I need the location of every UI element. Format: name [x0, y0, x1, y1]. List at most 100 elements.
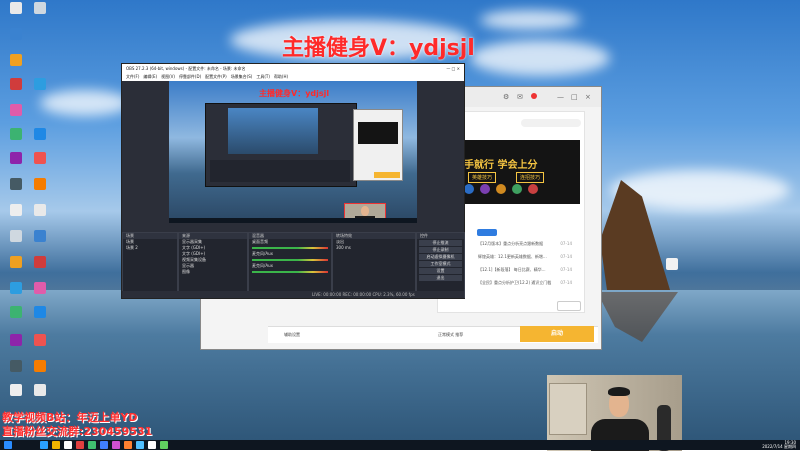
desktop-shortcut-icon[interactable] [28, 204, 52, 216]
taskbar-app-icon[interactable] [112, 441, 120, 449]
version-label [221, 329, 251, 337]
mode-select[interactable]: 正常模式 推荐 [438, 332, 463, 338]
control-button[interactable]: 设置 [419, 268, 462, 274]
mail-icon[interactable]: ✉ [517, 93, 525, 101]
control-button[interactable]: 停止推流 [419, 240, 462, 246]
obs-preview[interactable]: 主播健身V：ydjsjl [169, 81, 417, 223]
desktop-shortcut-icon[interactable] [4, 256, 28, 268]
minimize-icon[interactable]: — [557, 93, 565, 101]
controls-dock: 控件 停止推流 停止录制 启动虚拟摄像机 工作室模式 设置 退出 [416, 232, 465, 298]
menu-item[interactable]: 工具(T) [256, 74, 270, 79]
desktop-file-icon[interactable] [660, 258, 684, 270]
desktop-shortcut-icon[interactable] [4, 178, 28, 190]
menu-item[interactable]: 场景集合(S) [231, 74, 253, 79]
desktop-shortcut-icon[interactable] [4, 28, 28, 40]
taskbar-app-icon[interactable] [124, 441, 132, 449]
tab-active[interactable] [477, 229, 497, 236]
promo-tag: 英雄技巧 [468, 172, 497, 183]
preview-banner: 主播健身V：ydjsjl [259, 89, 330, 98]
taskbar-app-icon[interactable] [64, 441, 72, 449]
taskbar-app-icon[interactable] [76, 441, 84, 449]
desktop-shortcut-icon[interactable] [4, 152, 28, 164]
desktop-shortcut-icon[interactable] [28, 256, 52, 268]
list-item-time: 07-14 [560, 280, 572, 285]
avatar[interactable] [531, 93, 537, 99]
source-item[interactable]: 图像 [179, 269, 247, 275]
assist-settings-link[interactable]: 辅助设置 [284, 332, 300, 338]
scenes-dock: 场景 场景 场景 2 [122, 232, 178, 298]
mixer-channel-label: 桌面音频 [252, 239, 268, 244]
start-button[interactable]: 启动 [520, 326, 594, 342]
desktop: 主播健身V：ydjsjl ⚙ ✉ — □ × 手就行 学会上分 英雄技巧 连招技… [0, 0, 800, 440]
promo-banner[interactable]: 手就行 学会上分 英雄技巧 连招技巧 [456, 140, 580, 204]
desktop-shortcut-icon[interactable] [28, 334, 52, 346]
taskbar-app-icon[interactable] [136, 441, 144, 449]
desktop-shortcut-icon[interactable] [4, 128, 28, 140]
list-item-title: 【12.1]【新段落】 每日比赛、精华... [478, 267, 546, 272]
promo-title: 手就行 学会上分 [464, 160, 538, 171]
list-item[interactable]: 辉煌英雄：12.1更新英雄数据、新增... 07-14 [478, 254, 578, 264]
menu-item[interactable]: 编辑(E) [143, 74, 157, 79]
desktop-shortcut-icon[interactable] [28, 360, 52, 372]
menu-item[interactable]: 配置文件(P) [205, 74, 227, 79]
desktop-shortcut-icon[interactable] [28, 282, 52, 294]
window-controls[interactable]: — □ × [446, 64, 460, 73]
desktop-shortcut-icon[interactable] [28, 306, 52, 318]
more-button[interactable] [557, 301, 581, 311]
transition-duration[interactable]: 300 ms [333, 245, 415, 251]
menu-item[interactable]: 视图(V) [161, 74, 175, 79]
menu-item[interactable]: 帮助(H) [274, 74, 288, 79]
desktop-shortcut-icon[interactable] [28, 2, 52, 14]
desktop-shortcut-icon[interactable] [28, 152, 52, 164]
list-item-time: 07-14 [560, 267, 572, 272]
obs-title: OBS 27.2.3 (64-bit, windows) - 配置文件: 未命名… [126, 66, 246, 71]
taskbar-app-icon[interactable] [100, 441, 108, 449]
desktop-shortcut-icon[interactable] [4, 78, 28, 90]
menu-item[interactable]: 文件(F) [126, 74, 139, 79]
desktop-shortcut-icon[interactable] [4, 282, 28, 294]
mixer-channel-label: 麦克风/Aux [252, 263, 273, 268]
taskbar-app-icon[interactable] [148, 441, 156, 449]
desktop-shortcut-icon[interactable] [4, 2, 28, 14]
scene-item[interactable]: 场景 2 [123, 245, 177, 251]
menu-item[interactable]: 停靠部件(D) [179, 74, 201, 79]
control-button[interactable]: 停止录制 [419, 247, 462, 253]
control-button[interactable]: 退出 [419, 275, 462, 281]
desktop-shortcut-icon[interactable] [28, 384, 52, 396]
desktop-shortcut-icon[interactable] [4, 204, 28, 216]
taskbar-app-icon[interactable] [40, 441, 48, 449]
nested-launcher [353, 109, 403, 181]
list-item-time: 07-14 [560, 241, 572, 246]
desktop-shortcut-icon[interactable] [4, 104, 28, 116]
close-icon[interactable]: × [585, 93, 593, 101]
taskbar-app-icon[interactable] [88, 441, 96, 449]
list-item[interactable]: 【12.1]【新段落】 每日比赛、精华... 07-14 [478, 267, 578, 277]
start-menu-icon[interactable] [4, 441, 12, 449]
desktop-shortcut-icon[interactable] [4, 384, 28, 396]
promo-tag: 连招技巧 [516, 172, 545, 183]
transitions-dock: 转场特效 淡出 300 ms [332, 232, 416, 298]
desktop-shortcut-icon[interactable] [4, 360, 28, 372]
desktop-shortcut-icon[interactable] [28, 230, 52, 242]
banner-text: 主播健身V：ydjsjl [282, 36, 475, 61]
taskbar-app-icon[interactable] [160, 441, 168, 449]
desktop-shortcut-icon[interactable] [4, 334, 28, 346]
desktop-shortcut-icon[interactable] [28, 178, 52, 190]
controls-title: 控件 [417, 233, 464, 239]
search-input[interactable] [521, 119, 581, 127]
control-button[interactable]: 启动虚拟摄像机 [419, 254, 462, 260]
control-button[interactable]: 工作室模式 [419, 261, 462, 267]
system-clock[interactable]: 19:30 2022/7/14 星期四 [762, 441, 796, 449]
taskbar-app-icon[interactable] [52, 441, 60, 449]
desktop-shortcut-icon[interactable] [28, 78, 52, 90]
list-item[interactable]: 【全民】重点分析护卫(12.2) 通识立门槛 07-14 [478, 280, 578, 290]
desktop-shortcut-icon[interactable] [4, 54, 28, 66]
settings-icon[interactable]: ⚙ [503, 93, 511, 101]
obs-menubar: 文件(F) 编辑(E) 视图(V) 停靠部件(D) 配置文件(P) 场景集合(S) 工具(T… [122, 73, 464, 81]
desktop-shortcut-icon[interactable] [4, 230, 28, 242]
list-item-title: 【全民】重点分析护卫(12.2) 通识立门槛 [478, 280, 552, 285]
desktop-shortcut-icon[interactable] [28, 128, 52, 140]
desktop-shortcut-icon[interactable] [4, 306, 28, 318]
list-item[interactable]: 【12月版本】重点分析亮点跟新数据 07-14 [478, 241, 578, 251]
maximize-icon[interactable]: □ [571, 93, 579, 101]
